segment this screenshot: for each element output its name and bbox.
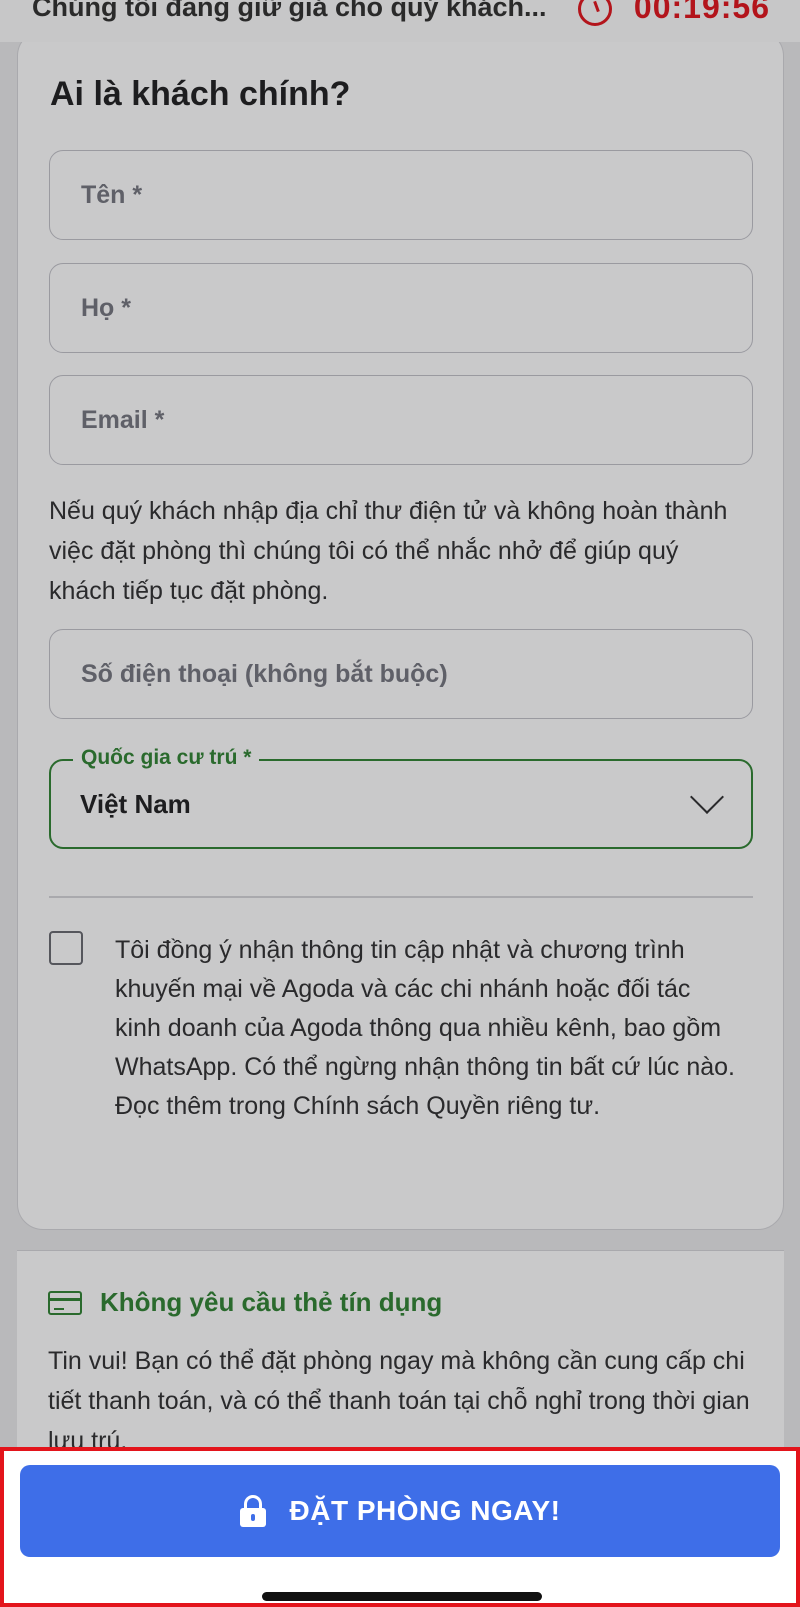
last-name-input[interactable]: Họ * bbox=[49, 263, 753, 353]
no-credit-card-header: Không yêu cầu thẻ tín dụng bbox=[48, 1287, 442, 1318]
country-select[interactable]: Quốc gia cư trú * Việt Nam bbox=[49, 746, 753, 849]
guest-details-card: Ai là khách chính? Tên * Họ * Email * Nế… bbox=[17, 30, 784, 1230]
lock-icon bbox=[239, 1495, 266, 1527]
first-name-placeholder: Tên * bbox=[81, 180, 143, 209]
no-credit-card-text: Tin vui! Bạn có thể đặt phòng ngay mà kh… bbox=[48, 1347, 750, 1455]
countdown-timer: 00:19:56 bbox=[633, 0, 770, 25]
email-placeholder: Email * bbox=[81, 405, 165, 434]
consent-text: Tôi đồng ý nhận thông tin cập nhật và ch… bbox=[115, 936, 735, 1120]
first-name-input[interactable]: Tên * bbox=[49, 150, 753, 240]
clock-icon bbox=[577, 0, 612, 26]
email-help-text: Nếu quý khách nhập địa chỉ thư điện tử v… bbox=[49, 497, 728, 605]
credit-card-icon bbox=[48, 1290, 82, 1315]
book-now-button[interactable]: ĐẶT PHÒNG NGAY! bbox=[20, 1465, 780, 1557]
consent-checkbox[interactable] bbox=[49, 931, 83, 965]
country-value: Việt Nam bbox=[80, 789, 191, 819]
phone-placeholder: Số điện thoại (không bắt buộc) bbox=[81, 659, 448, 688]
phone-input[interactable]: Số điện thoại (không bắt buộc) bbox=[49, 629, 753, 719]
divider bbox=[49, 896, 753, 898]
no-credit-card-card: Không yêu cầu thẻ tín dụng Tin vui! Bạn … bbox=[17, 1250, 784, 1470]
chevron-down-icon bbox=[690, 780, 724, 814]
price-hold-text: Chúng tôi đang giữ giá cho quý khách... bbox=[32, 0, 547, 22]
home-indicator bbox=[262, 1592, 542, 1601]
no-credit-card-title: Không yêu cầu thẻ tín dụng bbox=[100, 1287, 443, 1317]
booking-page: Ai là khách chính? Tên * Họ * Email * Nế… bbox=[0, 0, 800, 1607]
book-now-label: ĐẶT PHÒNG NGAY! bbox=[289, 1495, 561, 1526]
page-title: Ai là khách chính? bbox=[50, 75, 351, 113]
email-input[interactable]: Email * bbox=[49, 375, 753, 465]
country-label: Quốc gia cư trú * bbox=[73, 746, 260, 770]
bottom-action-bar: ĐẶT PHÒNG NGAY! bbox=[0, 1447, 800, 1607]
price-hold-banner: Chúng tôi đang giữ giá cho quý khách... … bbox=[0, 0, 800, 42]
last-name-placeholder: Họ * bbox=[81, 293, 131, 322]
